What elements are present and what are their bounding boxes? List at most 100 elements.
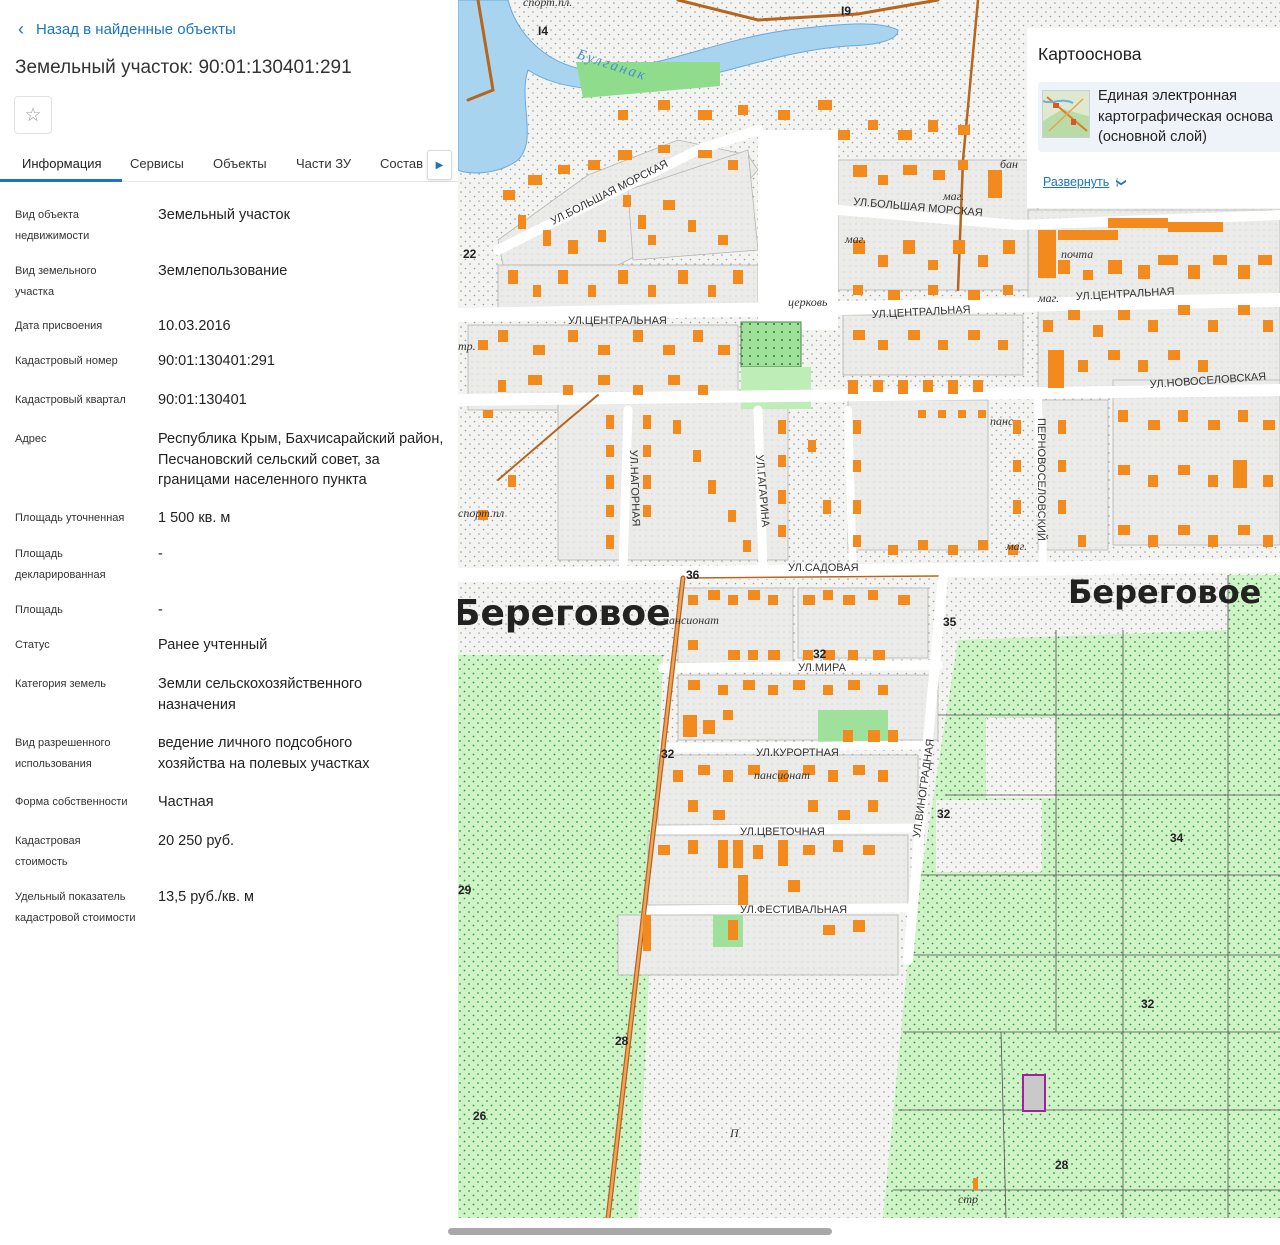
poi-label: панс	[990, 414, 1014, 428]
active-tab-indicator	[0, 179, 122, 182]
park	[740, 321, 802, 368]
info-value: 90:01:130401	[158, 392, 247, 408]
street-label: УЛ.ЦЕНТРАЛЬНАЯ	[568, 315, 667, 327]
basemap-layer-line: Единая электронная	[1098, 88, 1237, 104]
elevation-label: 29	[458, 883, 472, 897]
back-to-results-link[interactable]: ‹ Назад в найденные объекты	[18, 20, 236, 38]
info-value: Республика Крым, Бахчисарайский район, П…	[158, 431, 444, 488]
poi-label: маг.	[942, 189, 964, 203]
info-key: Площадь декларированная	[15, 548, 106, 581]
caret-right-icon: ▶	[435, 159, 444, 171]
info-key: Кадастровый номер	[15, 355, 118, 367]
elevation-label: 28	[615, 1034, 629, 1048]
info-value: -	[158, 546, 163, 562]
elevation-label: 32	[1141, 997, 1155, 1011]
poi-label: бан	[1000, 157, 1018, 171]
object-title: Земельный участок: 90:01:130401:291	[15, 57, 352, 78]
info-value: Землепользование	[158, 263, 288, 279]
favorite-button[interactable]: ☆	[14, 96, 52, 134]
poi-label: стр	[958, 1192, 978, 1206]
map-thumbnail-icon	[1043, 91, 1089, 137]
poi-label: маг.	[1037, 291, 1059, 305]
elevation-label: 36	[686, 568, 700, 582]
elevation-label: 28	[1055, 1158, 1069, 1172]
elevation-label: 34	[1170, 831, 1184, 845]
info-key: Категория земель	[15, 678, 106, 690]
tabs-scroll-right-button[interactable]: ▶	[427, 150, 452, 180]
info-key: Кадастровый квартал	[15, 394, 126, 406]
settlement-label-left: Береговое	[458, 593, 671, 634]
info-key: Площадь уточненная	[15, 512, 125, 524]
elevation-label: 32	[661, 747, 675, 761]
info-key: Вид объекта недвижимости	[15, 209, 90, 242]
poi-label: маг.	[844, 232, 866, 246]
expand-basemap-link[interactable]: Развернуть ❯	[1043, 175, 1127, 189]
star-icon: ☆	[24, 104, 42, 126]
poi-label: пансионат	[663, 613, 719, 627]
info-value: 20 250 руб.	[158, 833, 235, 849]
poi-label: пансионат	[754, 768, 810, 782]
basemap-panel: Картооснова Единая электронная картограф…	[1027, 28, 1280, 208]
chevron-down-icon: ❯	[1115, 177, 1127, 187]
settlement-label-right: Береговое	[1068, 573, 1261, 611]
elevation-label: I9	[841, 4, 851, 18]
basemap-title: Картооснова	[1038, 44, 1142, 64]
street-label: УЛ.САДОВАЯ	[788, 562, 859, 574]
object-info-panel: ‹ Назад в найденные объекты Земельный уч…	[0, 0, 458, 1245]
elevation-label: I4	[538, 24, 548, 38]
basemap-thumbnail	[1042, 90, 1090, 138]
poi-label: спорт.пл.	[523, 0, 572, 9]
poi-label: П	[729, 1126, 740, 1140]
info-value: Частная	[158, 794, 214, 810]
elevation-label: 22	[463, 247, 477, 261]
basemap-layer-line: картографическая основа	[1098, 108, 1273, 125]
horizontal-scrollbar[interactable]	[448, 1228, 832, 1235]
info-value: -	[158, 602, 163, 618]
tab-composition[interactable]: Состав	[380, 156, 423, 171]
info-value: 10.03.2016	[158, 318, 231, 334]
selected-land-plot[interactable]	[1022, 1074, 1046, 1112]
back-link-label: Назад в найденные объекты	[36, 20, 236, 38]
street-label: УЛ.ФЕСТИВАЛЬНАЯ	[740, 904, 847, 916]
info-value: 90:01:130401:291	[158, 353, 275, 369]
info-key: Дата присвоения	[15, 320, 103, 332]
park-lawn	[741, 367, 811, 409]
elevation-label: 32	[937, 807, 951, 821]
info-value: Ранее учтенный	[158, 637, 268, 653]
poi-label: церковь	[788, 295, 828, 309]
street-label: УЛ.ЦВЕТОЧНАЯ	[740, 826, 825, 838]
street-label: УЛ.КУРОРТНАЯ	[756, 747, 839, 759]
info-key: Статус	[15, 639, 50, 651]
info-key: Кадастровая стоимость	[15, 835, 81, 868]
tab-services[interactable]: Сервисы	[130, 156, 184, 171]
elevation-label: 32	[813, 647, 827, 661]
street-label: УЛ.МИРА	[798, 662, 847, 674]
poi-label: спорт.пл	[458, 506, 504, 520]
basemap-layer-line: (основной слой)	[1098, 129, 1207, 145]
info-value: 1 500 кв. м	[158, 510, 231, 526]
info-value: Земельный участок	[158, 207, 290, 223]
street-label: ПЕРНОВОСЕЛОВСКИЙ	[1035, 418, 1048, 541]
basemap-layer-name: Единая электронная картографическая осно…	[1098, 86, 1280, 148]
info-key: Адрес	[15, 433, 47, 445]
tab-bar: Информация Сервисы Объекты Части ЗУ Сост…	[0, 146, 458, 182]
info-value: Земли сельскохозяйственного назначения	[158, 676, 363, 713]
basemap-layer-card[interactable]: Единая электронная картографическая осно…	[1038, 82, 1280, 152]
tab-parts[interactable]: Части ЗУ	[296, 156, 351, 171]
elevation-label: 26	[473, 1109, 487, 1123]
chevron-left-icon: ‹	[18, 19, 24, 39]
elevation-label: 35	[943, 615, 957, 629]
poi-label: маг.	[1005, 539, 1027, 553]
expand-label: Развернуть	[1043, 175, 1110, 189]
info-key: Вид земельного участка	[15, 265, 97, 298]
info-key: Площадь	[15, 604, 63, 616]
poi-label: тр.	[458, 339, 476, 353]
info-value: ведение личного подсобного хозяйства на …	[158, 735, 370, 772]
info-key: Удельный показатель кадастровой стоимост…	[15, 891, 136, 924]
poi-label: почта	[1061, 247, 1093, 261]
tab-objects[interactable]: Объекты	[213, 156, 267, 171]
info-key: Форма собственности	[15, 796, 128, 808]
info-key: Вид разрешенного использования	[15, 737, 111, 770]
info-value: 13,5 руб./кв. м	[158, 889, 254, 905]
tab-information[interactable]: Информация	[22, 156, 102, 171]
